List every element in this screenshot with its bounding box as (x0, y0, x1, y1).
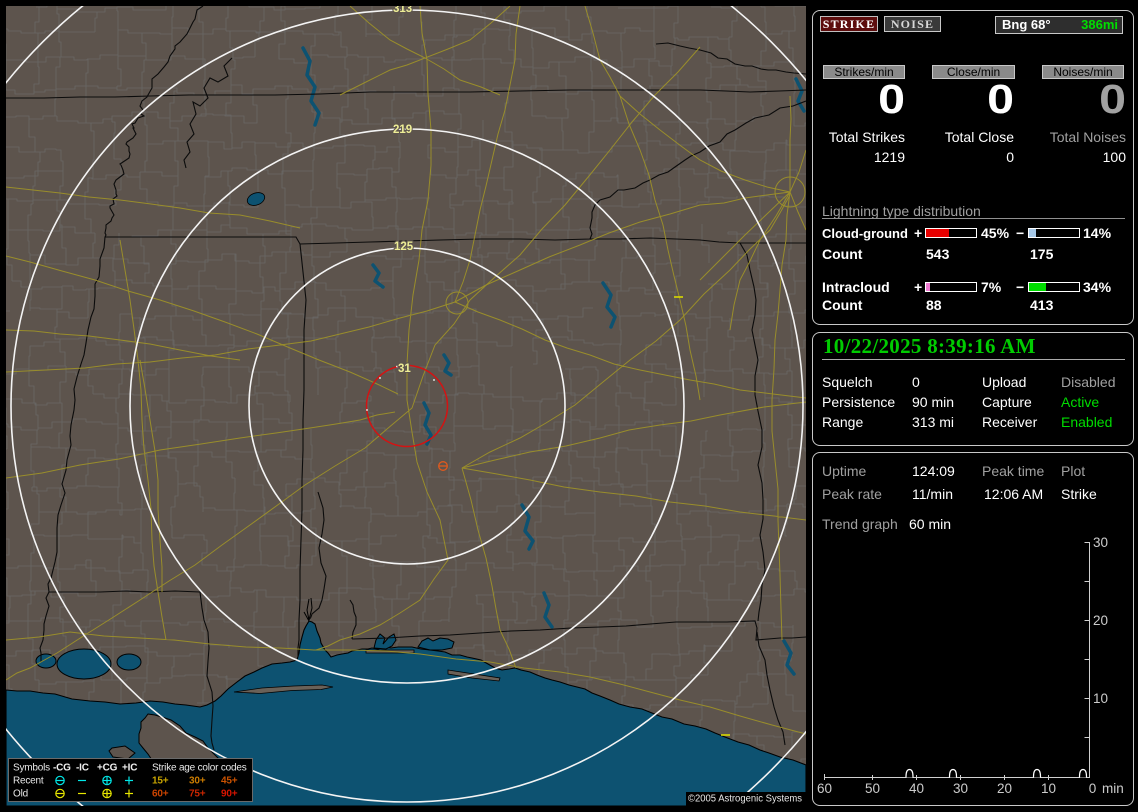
svg-text:Old: Old (13, 789, 28, 800)
svg-text:Symbols: Symbols (13, 763, 50, 774)
svg-text:60: 60 (817, 781, 832, 796)
svg-text:+CG: +CG (97, 763, 118, 774)
svg-text:40: 40 (909, 781, 924, 796)
svg-text:-CG: -CG (53, 763, 71, 774)
svg-text:+IC: +IC (122, 763, 137, 774)
svg-text:125: 125 (394, 241, 414, 253)
svg-text:50: 50 (865, 781, 880, 796)
svg-text:-IC: -IC (76, 763, 89, 774)
svg-text:45+: 45+ (221, 776, 238, 787)
svg-text:219: 219 (393, 124, 412, 136)
svg-text:0: 0 (1089, 781, 1097, 796)
svg-text:Recent: Recent (13, 776, 44, 787)
svg-text:15+: 15+ (152, 776, 169, 787)
svg-text:10: 10 (1093, 691, 1108, 706)
svg-text:Strike age color codes: Strike age color codes (152, 763, 247, 774)
svg-text:90+: 90+ (221, 789, 238, 800)
svg-text:30: 30 (1093, 535, 1108, 550)
svg-text:20: 20 (1093, 613, 1108, 628)
svg-text:20: 20 (997, 781, 1012, 796)
svg-text:30: 30 (953, 781, 968, 796)
svg-text:31: 31 (398, 363, 411, 375)
svg-text:min: min (1102, 781, 1124, 796)
svg-text:©2005 Astrogenic Systems: ©2005 Astrogenic Systems (688, 794, 802, 805)
svg-text:60+: 60+ (152, 789, 169, 800)
svg-text:10: 10 (1041, 781, 1056, 796)
svg-text:75+: 75+ (189, 789, 206, 800)
svg-text:30+: 30+ (189, 776, 206, 787)
svg-text:313: 313 (393, 3, 412, 15)
